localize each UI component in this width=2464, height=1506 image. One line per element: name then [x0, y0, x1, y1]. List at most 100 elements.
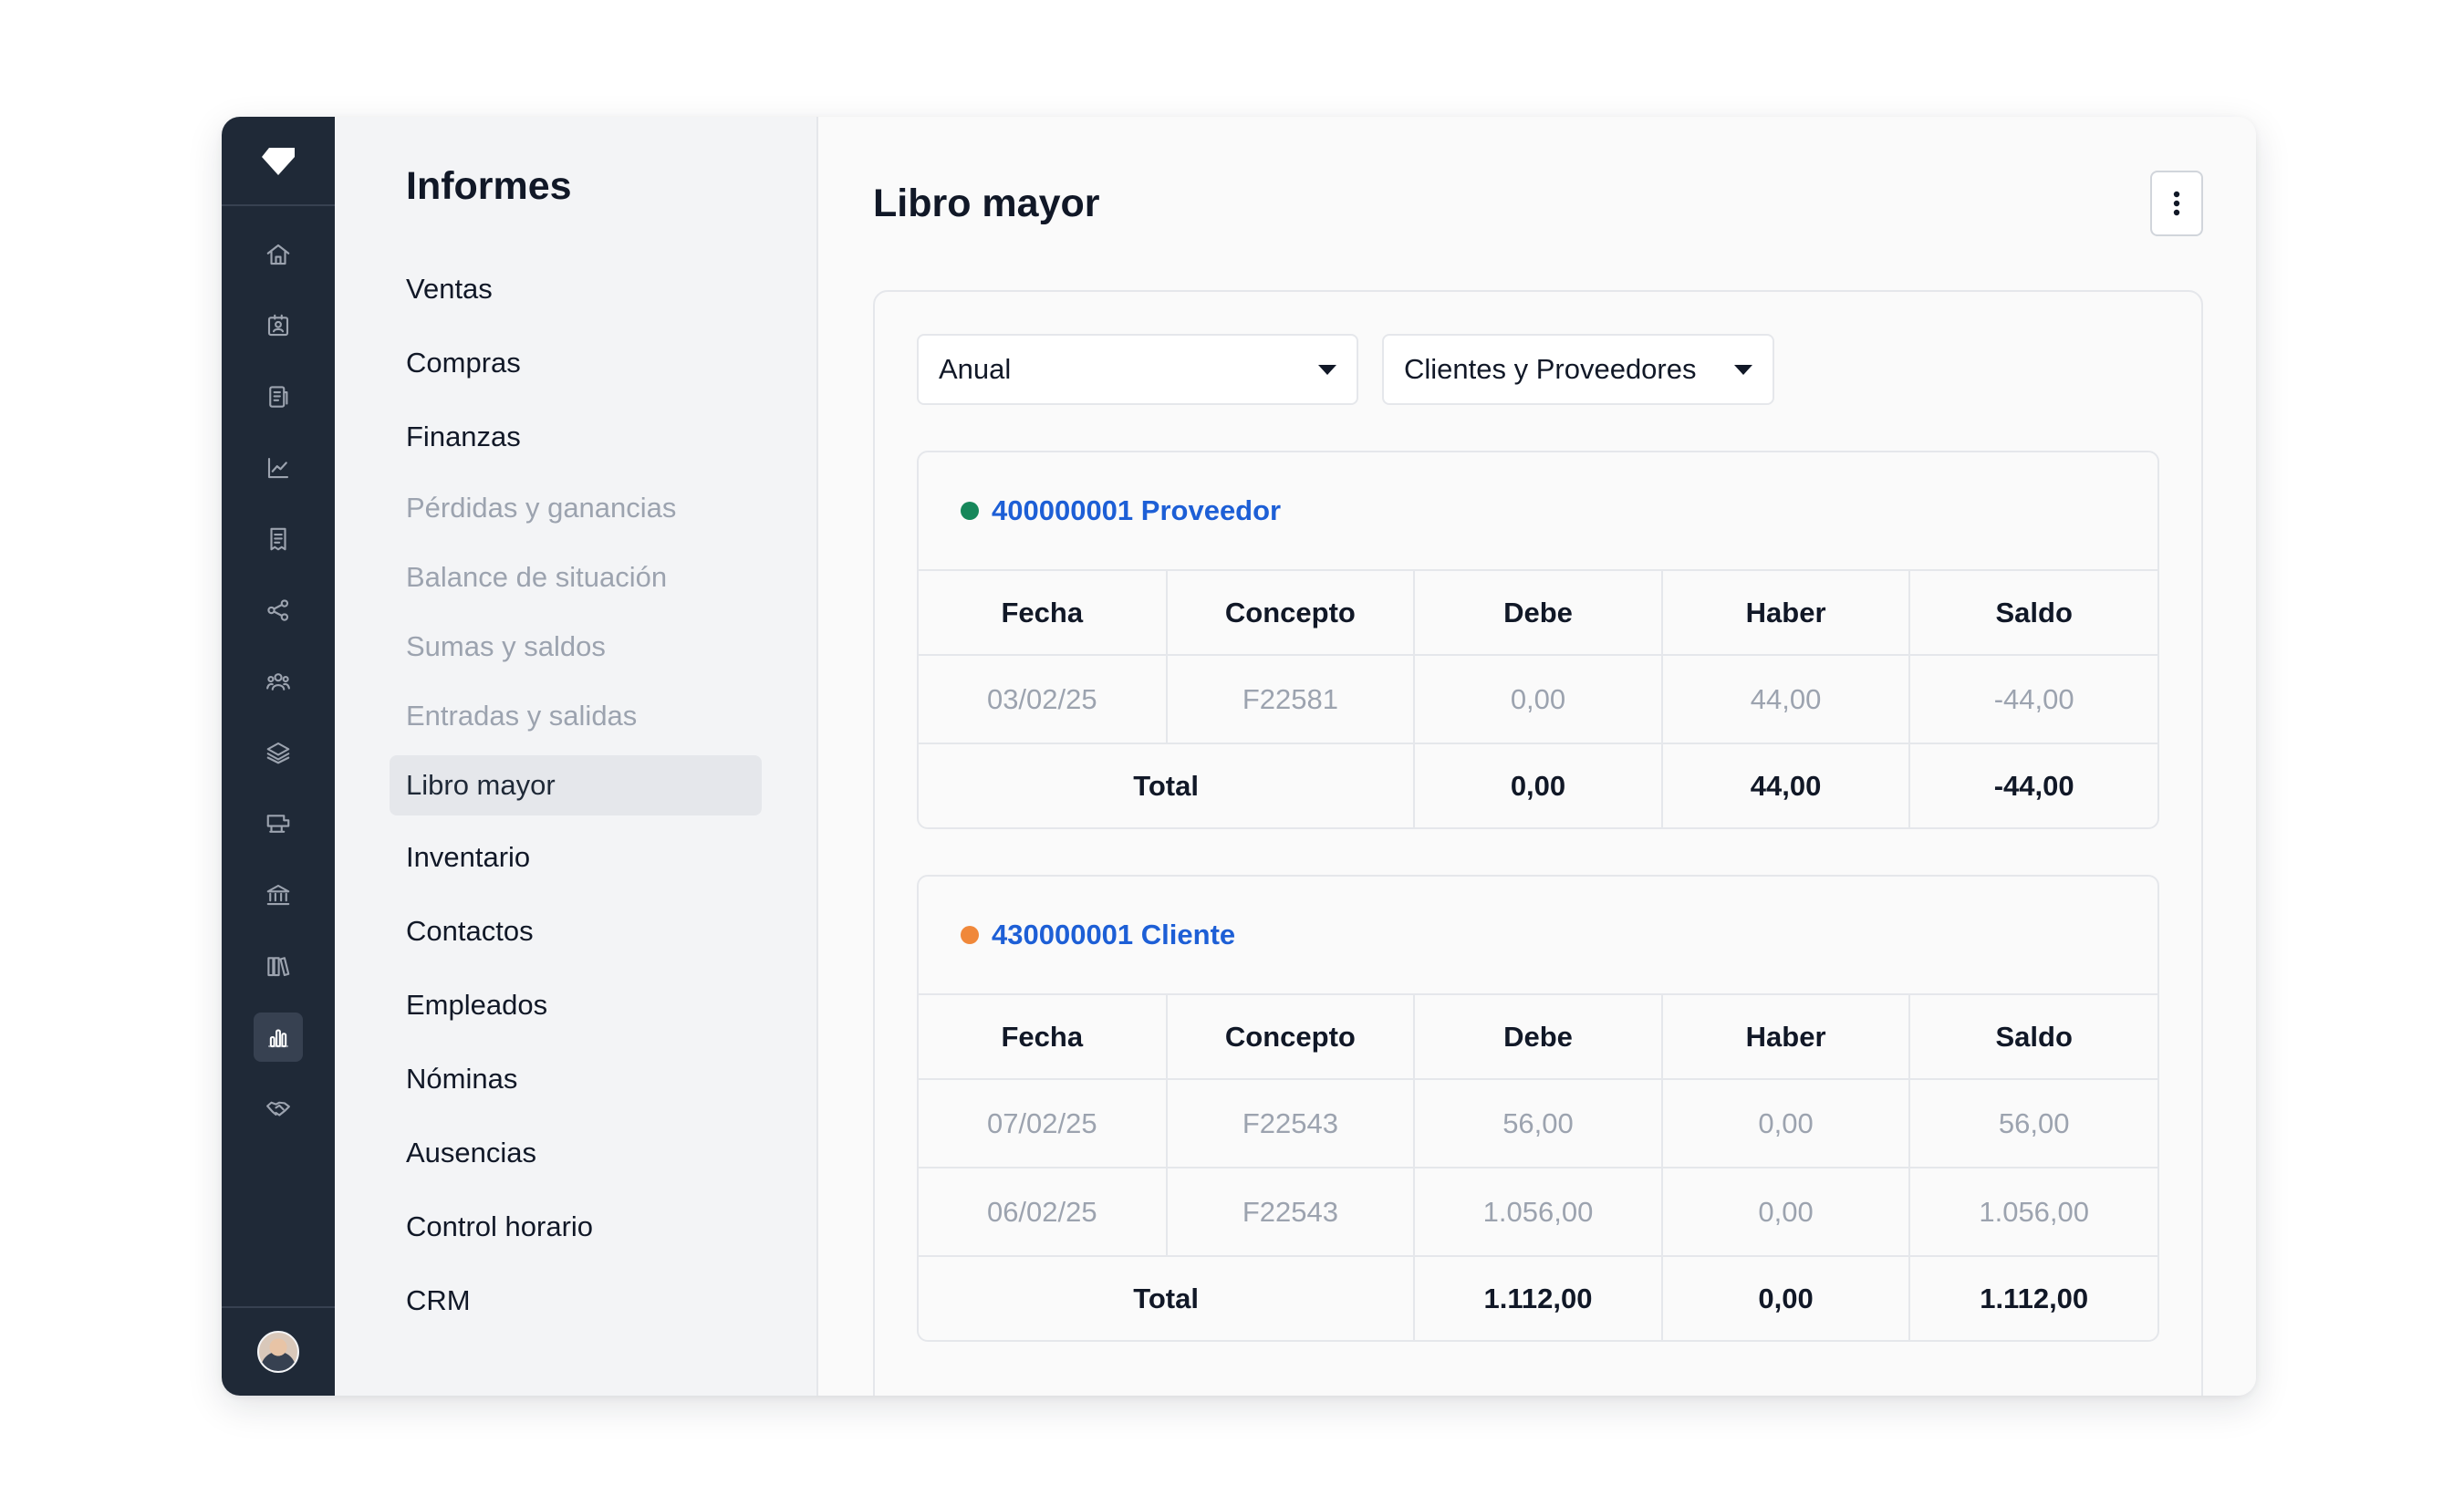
app-window: Informes Ventas Compras Finanzas Pérdidas y…: [222, 117, 2256, 1396]
total-label: Total: [919, 743, 1416, 827]
cell-debe: 56,00: [1414, 1079, 1663, 1168]
rail-icon-list: [222, 230, 335, 1155]
icon-rail: [222, 117, 335, 1396]
cell-saldo: -44,00: [1909, 655, 2157, 744]
chevron-down-icon: [1318, 364, 1336, 375]
table-header-row: Fecha Concepto Debe Haber Saldo: [919, 571, 2157, 656]
ledger-table: Fecha Concepto Debe Haber Saldo 07/02/25 F2254…: [919, 995, 2157, 1340]
rail-item-bank[interactable]: [254, 870, 303, 919]
menu-item-entradas-y-salidas[interactable]: Entradas y salidas: [390, 686, 762, 746]
cell-fecha: 07/02/25: [919, 1079, 1168, 1168]
layers-icon: [266, 742, 290, 764]
column-header: Saldo: [1909, 995, 2157, 1080]
home-icon: [266, 244, 290, 265]
menu-item-control-horario[interactable]: Control horario: [390, 1194, 762, 1260]
menu-item-contactos[interactable]: Contactos: [390, 898, 762, 964]
filters: Anual Clientes y Proveedores: [917, 334, 2159, 405]
table-row[interactable]: 06/02/25 F22543 1.056,00 0,00 1.056,00: [919, 1168, 2157, 1257]
menu-item-perdidas-y-ganancias[interactable]: Pérdidas y ganancias: [390, 478, 762, 538]
total-debe: 0,00: [1414, 743, 1663, 827]
rail-item-handshake[interactable]: [254, 1084, 303, 1133]
menu-item-crm[interactable]: CRM: [390, 1268, 762, 1334]
rail-item-books[interactable]: [254, 941, 303, 991]
account-list: 400000001 Proveedor Fecha Concepto Debe Habe…: [917, 451, 2159, 1342]
contacts-select[interactable]: Clientes y Proveedores: [1382, 334, 1774, 405]
menu-item-nominas[interactable]: Nóminas: [390, 1046, 762, 1112]
column-header: Concepto: [1166, 995, 1416, 1080]
cell-debe: 0,00: [1414, 655, 1663, 744]
table-row[interactable]: 03/02/25 F22581 0,00 44,00 -44,00: [919, 655, 2157, 744]
status-dot: [961, 926, 979, 944]
cell-concepto: F22543: [1166, 1079, 1416, 1168]
total-saldo: 1.112,00: [1980, 1282, 2089, 1314]
menu-item-ventas[interactable]: Ventas: [390, 256, 762, 322]
rail-footer: [222, 1306, 335, 1396]
menu-item-finanzas[interactable]: Finanzas: [390, 404, 762, 470]
rail-item-truck[interactable]: [254, 799, 303, 848]
total-haber: 44,00: [1661, 743, 1911, 827]
rail-item-share[interactable]: [254, 586, 303, 635]
more-options-button[interactable]: [2150, 171, 2203, 236]
rail-item-chart-line[interactable]: [254, 443, 303, 493]
receipt-icon: [270, 527, 286, 551]
contacts-select-value: Clientes y Proveedores: [1404, 353, 1697, 385]
app-logo[interactable]: [222, 117, 335, 206]
column-header: Concepto: [1166, 571, 1416, 656]
truck-icon: [266, 815, 290, 833]
rail-item-receipt[interactable]: [254, 514, 303, 564]
column-header: Fecha: [919, 995, 1168, 1080]
cell-saldo: 56,00: [1909, 1079, 2157, 1168]
ledger-table: Fecha Concepto Debe Haber Saldo 03/02/25 F2258…: [919, 571, 2157, 827]
handshake-icon: [266, 1101, 290, 1117]
total-haber: 0,00: [1661, 1256, 1911, 1340]
menu-item-balance-de-situacion[interactable]: Balance de situación: [390, 547, 762, 608]
total-saldo: -44,00: [1993, 769, 2074, 802]
rail-item-contact-card[interactable]: [254, 301, 303, 350]
menu-item-sumas-y-saldos[interactable]: Sumas y saldos: [390, 617, 762, 677]
column-header: Saldo: [1909, 571, 2157, 656]
menu-item-libro-mayor[interactable]: Libro mayor: [390, 755, 762, 815]
menu-item-compras[interactable]: Compras: [390, 330, 762, 396]
cell-fecha: 03/02/25: [919, 655, 1168, 744]
menu-title: Informes: [406, 164, 572, 208]
rail-item-users[interactable]: [254, 657, 303, 706]
account-link[interactable]: 400000001 Proveedor: [992, 494, 1281, 527]
kebab-icon: [2173, 191, 2180, 216]
avatar[interactable]: [257, 1331, 299, 1373]
column-header: Debe: [1414, 571, 1663, 656]
chart-line-icon: [267, 457, 289, 479]
reports-menu: Informes Ventas Compras Finanzas Pérdidas y…: [335, 117, 818, 1396]
rail-item-home[interactable]: [254, 230, 303, 279]
share-icon: [267, 599, 289, 621]
column-header: Fecha: [919, 571, 1168, 656]
account-link[interactable]: 430000001 Cliente: [992, 919, 1235, 951]
table-row[interactable]: 07/02/25 F22543 56,00 0,00 56,00: [919, 1079, 2157, 1168]
menu-item-ausencias[interactable]: Ausencias: [390, 1120, 762, 1186]
cell-fecha: 06/02/25: [919, 1168, 1168, 1257]
period-select[interactable]: Anual: [917, 334, 1358, 405]
account-card: 430000001 Cliente Fecha Concepto Debe Haber S…: [917, 875, 2159, 1342]
cell-concepto: F22581: [1166, 655, 1416, 744]
books-icon: [267, 957, 290, 977]
menu-list: Ventas Compras Finanzas Pérdidas y ganancia…: [390, 256, 762, 1334]
rail-item-document[interactable]: [254, 372, 303, 421]
period-select-value: Anual: [939, 353, 1012, 385]
menu-item-empleados[interactable]: Empleados: [390, 972, 762, 1038]
column-header: Haber: [1661, 571, 1911, 656]
account-header: 430000001 Cliente: [919, 877, 2157, 995]
bar-chart-icon: [267, 1029, 289, 1048]
ledger-panel: Anual Clientes y Proveedores 400000001 P…: [873, 290, 2203, 1396]
contact-card-icon: [267, 314, 289, 337]
rail-item-layers[interactable]: [254, 728, 303, 777]
rail-item-bar-chart[interactable]: [254, 1013, 303, 1062]
table-header-row: Fecha Concepto Debe Haber Saldo: [919, 995, 2157, 1080]
total-label: Total: [919, 1256, 1416, 1340]
logo-icon: [262, 148, 295, 175]
main-content: Libro mayor Anual Clientes y Proveedores: [818, 117, 2256, 1396]
cell-haber: 0,00: [1661, 1168, 1911, 1257]
bank-icon: [266, 884, 290, 906]
status-dot: [961, 502, 979, 520]
total-debe: 1.112,00: [1414, 1256, 1663, 1340]
menu-item-inventario[interactable]: Inventario: [390, 825, 762, 890]
cell-haber: 0,00: [1661, 1079, 1911, 1168]
